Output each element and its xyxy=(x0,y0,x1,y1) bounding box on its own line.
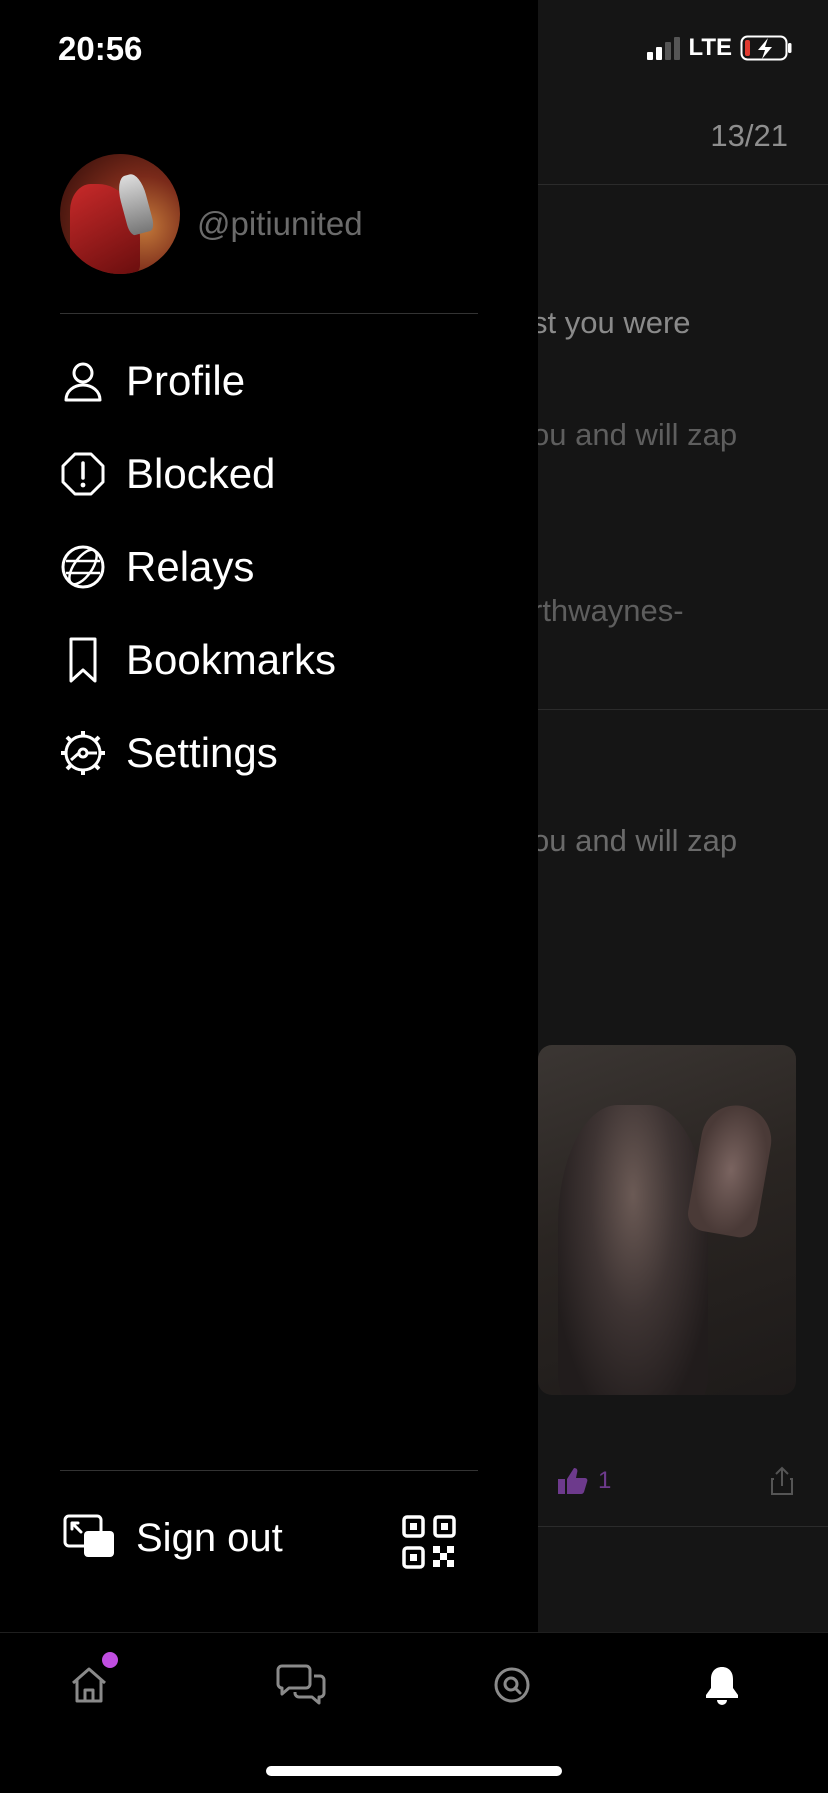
username: @pitiunited xyxy=(197,205,363,242)
home-icon xyxy=(72,1667,106,1703)
feed-divider xyxy=(538,709,828,710)
signal-icon xyxy=(647,36,681,60)
qr-code-icon xyxy=(402,1515,456,1569)
tab-notifications[interactable] xyxy=(692,1655,752,1715)
status-indicators: LTE xyxy=(647,34,794,62)
menu-item-settings[interactable]: Settings xyxy=(58,723,278,783)
tab-messages[interactable] xyxy=(271,1655,331,1715)
like-count: 1 xyxy=(598,1467,612,1494)
notifications-icon xyxy=(706,1667,738,1705)
share-button[interactable] xyxy=(770,1466,794,1501)
drawer-divider xyxy=(60,313,478,314)
drawer-divider xyxy=(60,1470,478,1471)
feed-snippet: st you were xyxy=(532,305,691,340)
menu-item-blocked[interactable]: Blocked xyxy=(58,444,275,504)
bookmark-icon xyxy=(58,635,108,685)
share-icon xyxy=(771,1466,793,1495)
thumbs-up-icon xyxy=(558,1468,588,1494)
feed-divider xyxy=(538,1526,828,1527)
tab-search[interactable] xyxy=(482,1655,542,1715)
feed-snippet: rthwaynes- xyxy=(532,593,684,628)
search-icon xyxy=(494,1667,530,1703)
messages-icon xyxy=(276,1664,326,1705)
menu-item-profile[interactable]: Profile xyxy=(58,351,245,411)
menu-item-label: Relays xyxy=(126,543,255,590)
qr-code-button[interactable] xyxy=(402,1515,456,1569)
sign-out-icon xyxy=(62,1513,116,1564)
avatar[interactable] xyxy=(60,154,180,274)
feed-snippet: ou and will zap xyxy=(532,823,738,858)
person-icon xyxy=(58,356,108,406)
gear-icon xyxy=(58,728,108,778)
feed-image xyxy=(538,1045,796,1395)
menu-item-label: Profile xyxy=(126,357,246,404)
home-notification-dot xyxy=(102,1652,118,1668)
header-divider xyxy=(538,184,828,185)
side-drawer: 20:56 @pitiunited Profile Blocked Relays… xyxy=(0,0,538,1632)
menu-item-label: Blocked xyxy=(126,450,276,497)
battery-charging-icon xyxy=(740,35,792,61)
menu-item-relays[interactable]: Relays xyxy=(58,537,254,597)
menu-item-label: Settings xyxy=(126,729,278,776)
home-indicator xyxy=(266,1766,562,1776)
menu-item-bookmarks[interactable]: Bookmarks xyxy=(58,630,336,690)
globe-icon xyxy=(58,542,108,592)
notification-counter: 13/21 xyxy=(710,118,788,153)
sign-out-label: Sign out xyxy=(136,1516,283,1560)
menu-item-label: Bookmarks xyxy=(126,636,337,683)
like-reaction: 1 xyxy=(556,1466,611,1496)
sign-out-button[interactable]: Sign out xyxy=(62,1513,283,1564)
network-type: LTE xyxy=(688,34,732,61)
blocked-icon xyxy=(58,449,108,499)
feed-snippet: ou and will zap xyxy=(532,417,738,452)
status-time: 20:56 xyxy=(58,30,143,67)
